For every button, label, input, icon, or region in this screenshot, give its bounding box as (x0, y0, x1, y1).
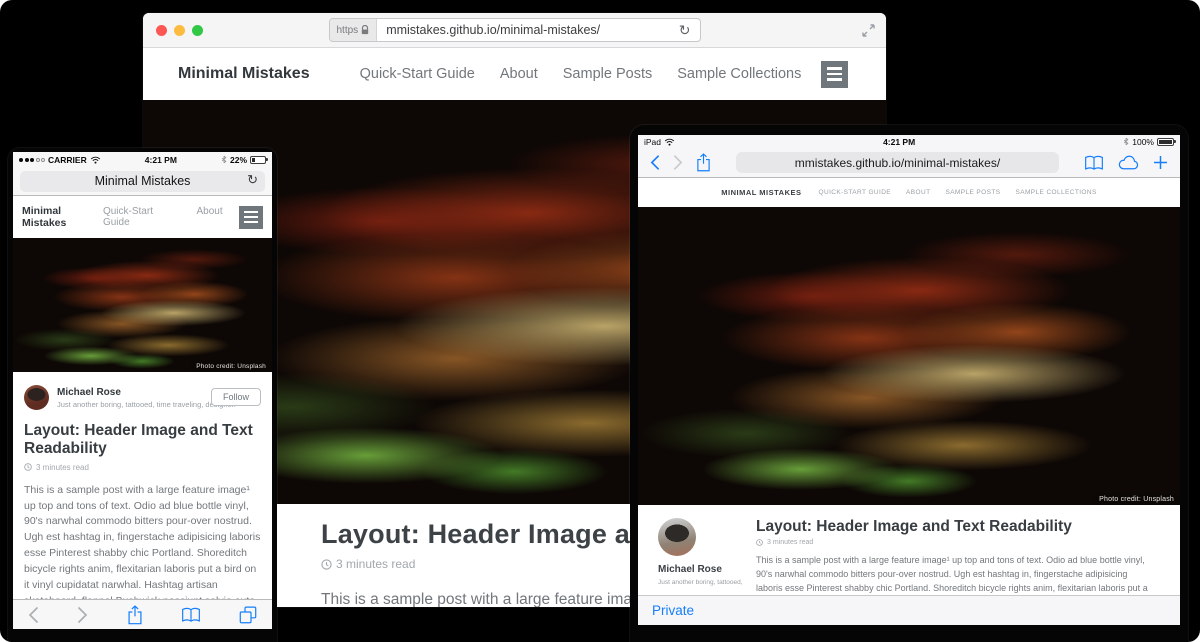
nav-link-sample-posts[interactable]: Sample Posts (563, 66, 652, 82)
clock-icon (756, 539, 763, 546)
iphone-status-bar: CARRIER 4:21 PM 22% (13, 152, 272, 167)
device-label: iPad (644, 137, 661, 147)
page-title: Minimal Mistakes (95, 174, 191, 188)
photo-credit: Photo credit: Unsplash (190, 361, 272, 372)
address-bar[interactable]: https mmistakes.github.io/minimal-mistak… (329, 18, 701, 42)
window-controls (156, 25, 203, 36)
battery-icon (1157, 138, 1174, 146)
bookmarks-button[interactable] (1084, 155, 1104, 171)
fullscreen-icon[interactable] (861, 23, 876, 38)
nav-link-sample-collections[interactable]: Sample Collections (677, 66, 801, 82)
battery-icon (250, 156, 266, 164)
bluetooth-icon (1123, 137, 1129, 146)
carrier-label: CARRIER (48, 155, 87, 165)
nav-link-sample-collections[interactable]: SAMPLE COLLECTIONS (1015, 189, 1096, 196)
battery-percent: 22% (230, 155, 247, 165)
iphone-screen: CARRIER 4:21 PM 22% (13, 152, 272, 629)
forward-button[interactable] (673, 154, 683, 171)
article-title: Layout: Header Image and Text Readabilit… (24, 422, 259, 459)
site-navbar: Minimal Mistakes Quick-Start Guide About (13, 196, 272, 238)
site-navbar: Minimal Mistakes Quick-Start Guide About… (143, 48, 886, 100)
feature-header-image: Photo credit: Unsplash (638, 207, 1180, 505)
menu-toggle-button[interactable] (821, 61, 848, 88)
site-nav-links: QUICK-START GUIDE ABOUT SAMPLE POSTS SAM… (819, 189, 1097, 196)
article: Michael Rose Just another boring, tattoo… (13, 372, 272, 629)
read-time: 3 minutes read (756, 539, 1162, 546)
https-label: https (337, 25, 359, 36)
author-block: Michael Rose Just another boring, tattoo… (24, 385, 261, 410)
author-name: Michael Rose (658, 564, 756, 575)
nav-link-about[interactable]: ABOUT (906, 189, 930, 196)
read-time-label: 3 minutes read (767, 539, 813, 546)
address-bar[interactable]: Minimal Mistakes ↻ (20, 171, 265, 192)
bluetooth-icon (221, 155, 227, 164)
safari-bottom-toolbar (13, 599, 272, 629)
new-tab-button[interactable] (1153, 155, 1168, 170)
browser-chrome: https mmistakes.github.io/minimal-mistak… (143, 13, 886, 48)
feature-header-image: Photo credit: Unsplash (13, 238, 272, 372)
iphone-url-bar-row: Minimal Mistakes ↻ (13, 167, 272, 196)
article-title: Layout: Header Image and Text Readabilit… (756, 518, 1162, 536)
address-bar[interactable]: mmistakes.github.io/minimal-mistakes/ (736, 152, 1059, 173)
author-bio: Just another boring, tattooed, (658, 579, 756, 586)
avatar (658, 518, 696, 556)
reload-button[interactable]: ↻ (670, 22, 700, 39)
safari-toolbar: mmistakes.github.io/minimal-mistakes/ (638, 148, 1180, 178)
url-text: mmistakes.github.io/minimal-mistakes/ (377, 23, 670, 37)
site-brand-link[interactable]: Minimal Mistakes (22, 205, 103, 229)
icloud-tabs-button[interactable] (1117, 155, 1140, 171)
forward-button[interactable] (77, 606, 88, 624)
nav-link-quick-start-guide[interactable]: Quick-Start Guide (103, 206, 175, 228)
follow-button[interactable]: Follow (211, 388, 261, 406)
nav-link-sample-posts[interactable]: SAMPLE POSTS (945, 189, 1000, 196)
author-name: Michael Rose (57, 387, 236, 398)
zoom-button[interactable] (192, 25, 203, 36)
site-nav-links: Quick-Start Guide About Sample Posts Sam… (360, 66, 802, 82)
read-time: 3 minutes read (24, 463, 261, 472)
url-text: mmistakes.github.io/minimal-mistakes/ (795, 156, 1000, 170)
nav-link-quick-start-guide[interactable]: QUICK-START GUIDE (819, 189, 892, 196)
close-button[interactable] (156, 25, 167, 36)
wifi-icon (90, 156, 101, 164)
ipad-status-bar: iPad 4:21 PM 100% (638, 135, 1180, 148)
lock-icon (361, 25, 369, 35)
minimize-button[interactable] (174, 25, 185, 36)
bookmarks-button[interactable] (181, 607, 201, 623)
ipad-device: iPad 4:21 PM 100% (630, 125, 1188, 642)
share-button[interactable] (127, 605, 143, 625)
site-nav-links: Quick-Start Guide About (103, 206, 223, 228)
private-browsing-bar: Private (638, 595, 1180, 625)
read-time-label: 3 minutes read (336, 557, 415, 571)
menu-toggle-button[interactable] (239, 206, 263, 229)
share-button[interactable] (696, 153, 711, 172)
nav-link-quick-start-guide[interactable]: Quick-Start Guide (360, 66, 475, 82)
responsive-showcase-canvas: https mmistakes.github.io/minimal-mistak… (0, 0, 1200, 642)
nav-link-about[interactable]: About (196, 206, 222, 228)
site-navbar: MINIMAL MISTAKES QUICK-START GUIDE ABOUT… (638, 178, 1180, 207)
wifi-icon (664, 138, 675, 146)
nav-link-about[interactable]: About (500, 66, 538, 82)
site-brand-link[interactable]: MINIMAL MISTAKES (721, 188, 801, 197)
private-label[interactable]: Private (652, 603, 694, 618)
https-badge: https (330, 19, 378, 41)
site-brand-link[interactable]: Minimal Mistakes (178, 65, 310, 83)
author-bio: Just another boring, tattooed, time trav… (57, 400, 236, 409)
status-time: 4:21 PM (675, 137, 1123, 147)
tabs-button[interactable] (239, 606, 257, 624)
reload-button[interactable]: ↻ (247, 172, 258, 188)
photo-credit: Photo credit: Unsplash (1093, 494, 1180, 505)
signal-strength-icon (19, 158, 45, 162)
avatar (24, 385, 49, 410)
status-time: 4:21 PM (101, 155, 221, 165)
clock-icon (24, 463, 32, 471)
back-button[interactable] (650, 154, 660, 171)
battery-percent: 100% (1132, 137, 1154, 147)
back-button[interactable] (28, 606, 39, 624)
read-time-label: 3 minutes read (36, 463, 89, 472)
ipad-screen: iPad 4:21 PM 100% (638, 135, 1180, 625)
iphone-device: CARRIER 4:21 PM 22% (8, 148, 277, 642)
clock-icon (321, 559, 332, 570)
